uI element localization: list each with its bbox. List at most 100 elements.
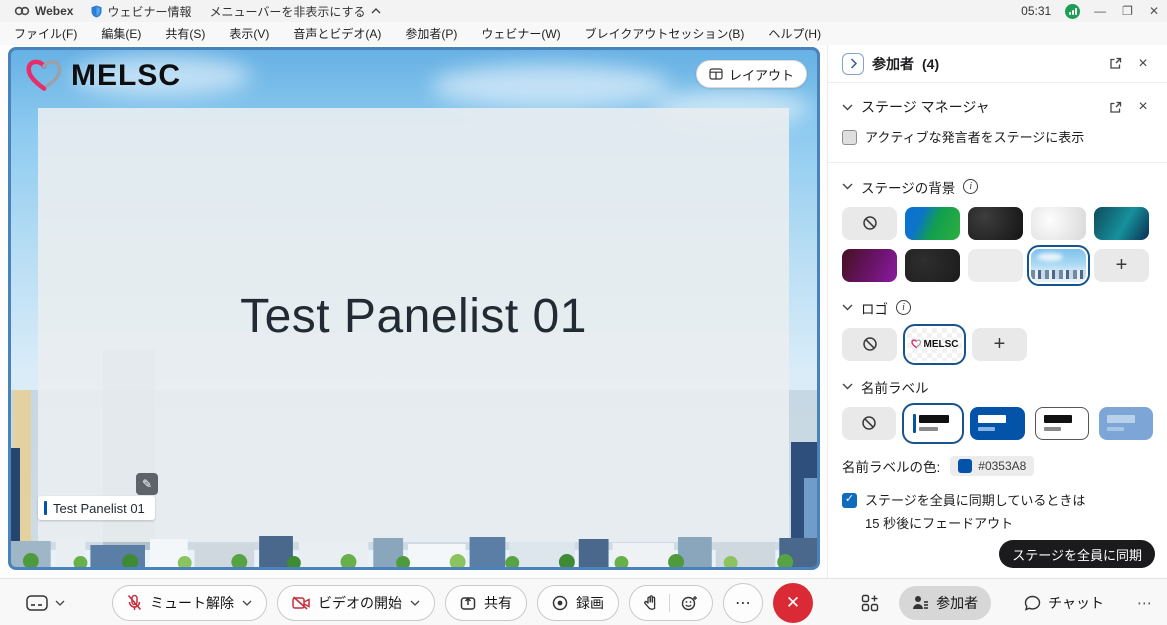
logo-swatch-melsc-selected[interactable]: MELSC <box>907 328 962 361</box>
background-swatch-green-blue[interactable] <box>905 207 960 240</box>
chevron-down-icon <box>842 304 853 311</box>
participant-display-name: Test Panelist 01 <box>240 289 587 344</box>
record-button[interactable]: 録画 <box>537 585 619 621</box>
stage-manager-header[interactable]: ステージ マネージャ × <box>842 97 1153 117</box>
popout-panel-button[interactable] <box>1105 54 1125 74</box>
stage-background-header[interactable]: ステージの背景 i <box>842 177 1153 197</box>
name-label-style-white-accent-selected[interactable] <box>906 407 960 440</box>
webex-wordmark: Webex <box>35 4 73 18</box>
layout-button-label: レイアウト <box>729 65 794 84</box>
webinar-info-button[interactable]: ウェビナー情報 <box>91 3 191 20</box>
menu-webinar[interactable]: ウェビナー(W) <box>481 25 560 42</box>
captions-button[interactable] <box>26 579 65 625</box>
participants-tab[interactable]: 参加者 <box>899 586 991 620</box>
reactions-smiley-icon[interactable] <box>681 595 698 611</box>
participants-panel: 参加者 (4) × ステージ マネージャ × アクティブな発言者をステージに表示… <box>827 45 1167 578</box>
background-swatch-none[interactable] <box>842 207 897 240</box>
menu-share[interactable]: 共有(S) <box>165 25 205 42</box>
window-restore-button[interactable]: ❐ <box>1122 4 1133 18</box>
close-panel-button[interactable]: × <box>1133 54 1153 74</box>
apps-button[interactable] <box>861 594 879 612</box>
name-label-style-light-blue[interactable] <box>1099 407 1153 440</box>
name-label-title: 名前ラベル <box>861 377 929 397</box>
info-icon[interactable]: i <box>963 179 978 194</box>
participants-count: (4) <box>922 56 939 72</box>
hide-menubar-label: メニューバーを非表示にする <box>209 3 365 20</box>
window-minimize-button[interactable]: — <box>1094 4 1106 18</box>
name-label-style-white-bordered[interactable] <box>1035 407 1089 440</box>
cloud-decoration <box>431 64 671 108</box>
background-swatch-light-gray[interactable] <box>968 249 1023 282</box>
background-swatch-city-selected[interactable] <box>1031 249 1086 282</box>
melsc-heart-icon <box>911 339 922 349</box>
more-options-button[interactable]: ⋯ <box>723 583 763 623</box>
menu-edit[interactable]: 編集(E) <box>101 25 141 42</box>
connection-quality-icon[interactable] <box>1065 4 1080 19</box>
logo-swatch-text: MELSC <box>924 339 959 350</box>
menu-view[interactable]: 表示(V) <box>229 25 269 42</box>
background-swatch-teal[interactable] <box>1094 207 1149 240</box>
melsc-heart-icon <box>25 58 65 94</box>
chevron-down-icon <box>55 600 65 606</box>
control-bar: ミュート解除 ビデオの開始 共有 録画 ⋯ ✕ <box>0 578 1167 625</box>
close-x-icon: ✕ <box>786 593 800 613</box>
shield-icon <box>91 5 102 18</box>
logo-swatch-none[interactable] <box>842 328 897 361</box>
raise-hand-icon[interactable] <box>644 595 658 611</box>
logo-title: ロゴ <box>861 298 888 318</box>
stage-video-area: Test Panelist 01 MELSC レイ <box>8 47 820 570</box>
name-label-header[interactable]: 名前ラベル <box>842 377 1153 397</box>
edit-name-label-button[interactable]: ✎ <box>136 473 158 495</box>
unmute-button[interactable]: ミュート解除 <box>112 585 267 621</box>
name-label-swatch-none[interactable] <box>842 407 896 440</box>
name-label-color-label: 名前ラベルの色: <box>842 456 940 476</box>
leave-meeting-button[interactable]: ✕ <box>773 583 813 623</box>
menu-breakout[interactable]: ブレイクアウトセッション(B) <box>585 25 745 42</box>
chat-tab[interactable]: チャット <box>1011 586 1117 620</box>
window-close-button[interactable]: ✕ <box>1149 4 1159 18</box>
chat-bubble-icon <box>1024 595 1041 611</box>
active-speaker-checkbox[interactable] <box>842 130 857 145</box>
chevron-down-icon <box>410 600 420 606</box>
participants-icon <box>912 595 929 610</box>
background-swatch-purple[interactable] <box>842 249 897 282</box>
mic-muted-icon <box>127 594 142 612</box>
sync-fade-checkbox[interactable]: ✓ <box>842 493 857 508</box>
hide-menubar-button[interactable]: メニューバーを非表示にする <box>209 3 380 20</box>
active-speaker-option[interactable]: アクティブな発言者をステージに表示 <box>842 129 1153 148</box>
collapse-panel-button[interactable] <box>842 53 864 75</box>
layout-grid-icon <box>709 68 723 80</box>
background-swatch-dark-gray[interactable] <box>905 249 960 282</box>
share-label: 共有 <box>484 593 512 613</box>
name-label-style-blue-filled[interactable] <box>970 407 1024 440</box>
webex-window: Webex ウェビナー情報 メニューバーを非表示にする 05:31 — ❐ ✕ … <box>0 0 1167 625</box>
menu-participants[interactable]: 参加者(P) <box>405 25 457 42</box>
menu-audio-video[interactable]: 音声とビデオ(A) <box>293 25 381 42</box>
menu-help[interactable]: ヘルプ(H) <box>768 25 821 42</box>
sync-fade-label-line2: 15 秒後にフェードアウト <box>865 513 1153 532</box>
background-swatch-white[interactable] <box>1031 207 1086 240</box>
start-video-label: ビデオの開始 <box>318 593 402 613</box>
add-logo-button[interactable]: + <box>972 328 1027 361</box>
webinar-info-label: ウェビナー情報 <box>107 3 191 20</box>
menu-file[interactable]: ファイル(F) <box>14 25 77 42</box>
unmute-label: ミュート解除 <box>150 593 234 613</box>
popout-stage-manager-button[interactable] <box>1105 97 1125 117</box>
pencil-icon: ✎ <box>142 477 152 491</box>
start-video-button[interactable]: ビデオの開始 <box>277 585 435 621</box>
stage-background-title: ステージの背景 <box>861 177 955 197</box>
share-button[interactable]: 共有 <box>445 585 527 621</box>
layout-button[interactable]: レイアウト <box>696 60 807 88</box>
add-background-button[interactable]: + <box>1094 249 1149 282</box>
divider <box>669 594 670 612</box>
close-stage-manager-button[interactable]: × <box>1133 97 1153 117</box>
info-icon[interactable]: i <box>896 300 911 315</box>
sync-fade-option[interactable]: ✓ ステージを全員に同期しているときは <box>842 492 1153 511</box>
logo-header[interactable]: ロゴ i <box>842 298 1153 318</box>
background-swatch-black[interactable] <box>968 207 1023 240</box>
sync-stage-button[interactable]: ステージを全員に同期 <box>999 540 1155 568</box>
more-panels-button[interactable]: ⋯ <box>1137 594 1153 612</box>
stage-manager-title: ステージ マネージャ <box>861 97 990 117</box>
closed-captions-icon <box>26 595 48 611</box>
name-label-color-picker[interactable]: #0353A8 <box>950 456 1034 476</box>
